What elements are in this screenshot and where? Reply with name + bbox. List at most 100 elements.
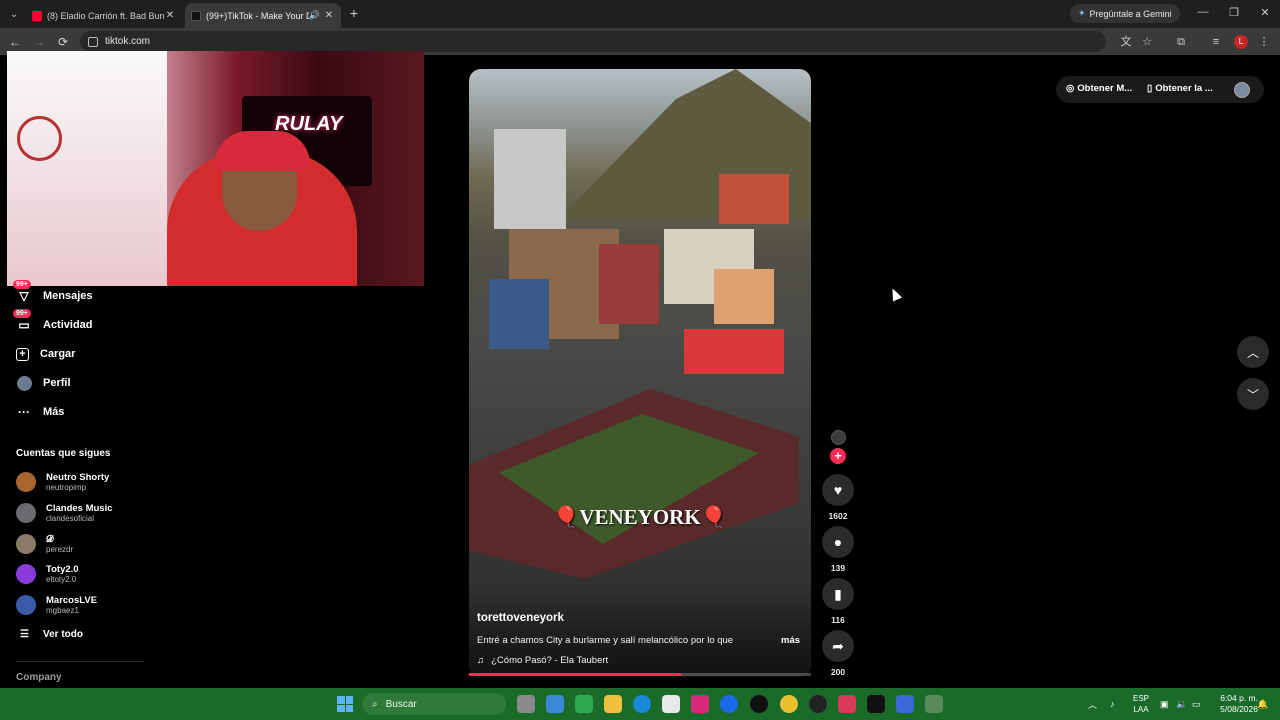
see-all-button[interactable]: ☰ Ver todo [20,629,83,640]
save-button[interactable]: ▮ [822,578,854,610]
following-item[interactable]: Toty2.0 eltoty2.0 [16,561,79,587]
edge-icon[interactable] [633,695,651,713]
address-bar[interactable]: tiktok.com [80,31,1106,52]
store-icon[interactable] [662,695,680,713]
follow-button[interactable]: + [830,448,846,464]
speaker-icon[interactable]: 🔊 [309,10,320,21]
language-indicator[interactable]: ESP LAA [1133,693,1149,715]
more-button[interactable]: más [781,635,800,646]
file-explorer-icon[interactable] [604,695,622,713]
tiktok-icon[interactable] [867,695,885,713]
nav-label: Actividad [43,319,93,331]
video-author[interactable]: torettoveneyork [477,612,564,624]
close-tab-icon[interactable]: ✕ [164,10,176,21]
video-description: Entré a chamos City a burlarme y salí me… [477,635,734,646]
facebook-icon[interactable] [720,695,738,713]
search-icon: ⌕ [372,698,378,710]
phone-icon: ▯ [1147,83,1153,94]
app-icon[interactable] [750,695,768,713]
bookmark-star-icon[interactable]: ☆ [1139,34,1155,50]
app-icon[interactable] [838,695,856,713]
menu-icon[interactable]: ⋮ [1256,34,1272,50]
heart-icon: ♥ [833,482,843,498]
bookmark-icon: ▮ [834,585,842,602]
clock[interactable]: 6:04 p. m. 5/08/2026 [1208,693,1258,715]
activity-badge: 99+ [13,309,31,318]
streamer-cap [215,131,310,171]
extensions-icon[interactable]: ⧉ [1173,34,1189,50]
following-item[interactable]: 𝓓perezdr [16,531,73,557]
avatar [16,503,36,523]
close-tab-icon[interactable]: ✕ [323,10,335,21]
nav-more[interactable]: ··· Más [16,402,64,422]
calculator-icon[interactable] [925,695,943,713]
gemini-icon: ✦ [1078,8,1086,18]
tab-tiktok[interactable]: (99+)TikTok - Make Your Da 🔊 ✕ [185,3,341,28]
nav-activity[interactable]: ▭ 99+ Actividad [13,309,93,335]
tiktok-favicon-icon [191,10,201,21]
site-info-icon[interactable] [88,36,98,47]
account-username: clandesoficial [46,514,95,523]
restore-button[interactable]: ❐ [1224,6,1244,19]
video-building [684,329,784,374]
microphone-icon[interactable]: ♪ [1110,688,1115,720]
following-item[interactable]: Neutro Shorty neutropimp [16,469,109,495]
creator-avatar[interactable] [831,430,846,445]
back-button[interactable]: ← [6,33,24,51]
new-tab-button[interactable]: + [346,5,362,21]
translate-icon[interactable]: 文 [1118,34,1134,50]
widgets-icon[interactable] [546,695,564,713]
nav-profile[interactable]: Perfil [16,373,71,393]
get-coins-button[interactable]: ◎ Obtener M... [1066,83,1132,94]
avatar [16,595,36,615]
get-app-button[interactable]: ▯ Obtener la ... [1147,83,1213,94]
instagram-icon[interactable] [691,695,709,713]
notification-bell-icon[interactable]: 🔔 [1257,688,1268,720]
gemini-button[interactable]: ✦ Pregúntale a Gemini [1070,4,1180,23]
network-icon[interactable]: ▣ [1160,688,1169,720]
language-bottom: LAA [1133,705,1149,714]
profile-avatar[interactable]: L [1234,35,1248,49]
forward-button[interactable]: → [30,33,48,51]
comment-button[interactable]: ● [822,526,854,558]
messages-badge: 99+ [13,280,31,289]
share-icon: ➦ [832,637,844,654]
window-close-button[interactable]: ✕ [1255,6,1275,19]
volume-icon[interactable]: 🔉 [1176,688,1187,720]
like-button[interactable]: ♥ [822,474,854,506]
avatar [16,472,36,492]
webcam-overlay: RULAY [7,51,424,286]
app-icon[interactable] [896,695,914,713]
minimize-button[interactable]: — [1193,6,1213,18]
video-music[interactable]: ♫ ¿Cómo Pasó? - Ela Taubert [477,655,608,666]
account-name: 𝓓 [46,534,54,545]
video-player[interactable]: 🎈VENEYORK🎈 [469,69,811,677]
video-progress-bar[interactable] [469,673,811,676]
nav-label: Cargar [40,348,76,360]
tray-chevron-icon[interactable]: ︿ [1088,688,1097,720]
obs-icon[interactable] [809,695,827,713]
nav-messages[interactable]: ▽ 99+ Mensajes [13,280,93,306]
tab-search-icon[interactable]: ⌄ [4,4,24,24]
video-building [494,129,566,229]
share-count: 200 [830,667,846,677]
app-icon[interactable] [575,695,593,713]
taskbar-search[interactable]: ⌕ Buscar [362,693,506,715]
chevron-up-icon: ︿ [1246,345,1259,360]
windows-start-icon[interactable] [337,696,353,712]
following-item[interactable]: Clandes Music clandesoficial [16,500,113,526]
reload-button[interactable]: ⟳ [54,33,72,51]
battery-icon[interactable]: ▭ [1192,688,1201,720]
tab-youtube[interactable]: (8) Eladio Carrión ft. Bad Bunny ✕ [26,3,182,28]
share-button[interactable]: ➦ [822,630,854,662]
nav-upload[interactable]: + Cargar [16,344,75,364]
tab-title: (8) Eladio Carrión ft. Bad Bunny [47,10,164,21]
media-control-icon[interactable]: ≡ [1208,34,1224,50]
next-video-button[interactable]: ﹀ [1237,378,1269,410]
task-view-icon[interactable] [517,695,535,713]
company-link[interactable]: Company [16,672,62,683]
chrome-icon[interactable] [780,695,798,713]
user-avatar[interactable] [1234,82,1250,98]
following-item[interactable]: MarcosLVE mgbaez1 [16,592,97,618]
previous-video-button[interactable]: ︿ [1237,336,1269,368]
